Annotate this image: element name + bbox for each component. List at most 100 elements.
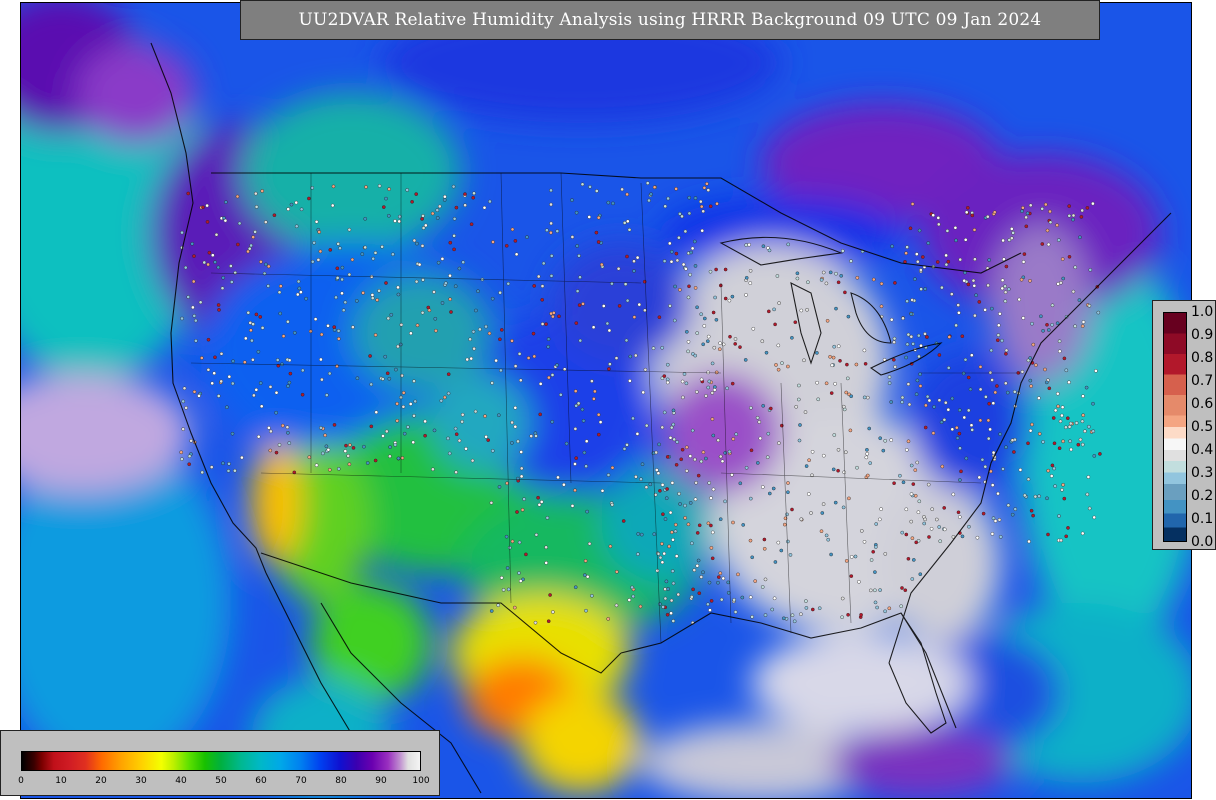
humidity-map[interactable] <box>20 2 1192 799</box>
station-marker <box>873 588 877 593</box>
station-marker <box>623 282 628 286</box>
station-marker <box>910 577 915 581</box>
station-marker <box>201 205 205 210</box>
station-marker <box>205 220 210 224</box>
station-marker <box>1030 422 1034 427</box>
station-marker <box>695 531 700 535</box>
station-marker <box>562 482 566 487</box>
station-marker <box>696 558 701 563</box>
station-marker <box>677 491 681 496</box>
station-marker <box>648 482 653 487</box>
station-marker <box>625 254 629 259</box>
station-marker <box>319 426 323 430</box>
station-marker <box>693 457 697 462</box>
station-marker <box>1043 367 1047 372</box>
station-marker <box>690 246 695 251</box>
station-marker <box>517 352 522 356</box>
station-marker <box>242 360 247 365</box>
station-marker <box>890 244 894 249</box>
station-marker <box>715 201 719 206</box>
station-tick: 0.8 <box>1191 350 1214 366</box>
station-marker <box>547 375 551 380</box>
station-marker <box>909 312 914 316</box>
station-marker <box>611 201 615 206</box>
station-marker <box>546 337 551 341</box>
station-marker <box>804 599 808 603</box>
station-marker <box>1081 320 1086 324</box>
station-marker <box>840 615 844 620</box>
station-marker <box>464 446 468 451</box>
station-marker <box>1059 538 1063 543</box>
station-marker <box>1052 441 1057 446</box>
station-marker <box>598 420 603 424</box>
station-marker <box>420 244 425 248</box>
station-marker <box>592 397 596 401</box>
station-marker <box>539 500 544 504</box>
station-marker <box>286 207 291 211</box>
station-marker <box>962 415 967 420</box>
station-marker <box>841 249 845 253</box>
station-marker <box>893 281 897 285</box>
station-marker <box>844 559 849 563</box>
station-marker <box>574 403 579 408</box>
station-marker <box>992 210 997 214</box>
station-marker <box>757 420 762 424</box>
station-marker <box>1087 303 1092 308</box>
station-marker <box>958 408 962 412</box>
station-marker <box>675 258 680 263</box>
station-marker <box>790 507 794 512</box>
station-marker <box>922 521 927 526</box>
station-marker <box>761 485 765 489</box>
station-marker <box>1083 429 1087 434</box>
station-marker <box>820 511 825 515</box>
station-marker <box>1018 468 1023 472</box>
station-marker <box>281 334 286 338</box>
station-marker <box>936 216 941 220</box>
station-marker <box>677 235 681 240</box>
station-marker <box>1091 401 1095 406</box>
station-marker <box>944 253 948 258</box>
station-marker <box>327 467 332 472</box>
station-marker <box>906 382 911 386</box>
station-marker <box>446 436 450 441</box>
station-marker <box>184 406 188 410</box>
station-marker <box>1029 384 1033 388</box>
station-marker <box>546 619 551 624</box>
station-marker <box>583 573 587 577</box>
station-marker <box>213 355 217 360</box>
station-marker <box>636 552 640 556</box>
station-marker <box>668 241 672 246</box>
station-marker <box>587 541 592 546</box>
station-marker <box>776 343 781 348</box>
station-marker <box>347 227 352 232</box>
station-marker <box>1028 356 1033 360</box>
station-marker <box>286 384 290 388</box>
station-marker <box>923 332 927 336</box>
station-marker <box>900 530 905 535</box>
station-marker <box>660 483 665 487</box>
station-marker <box>550 419 555 424</box>
station-marker <box>824 381 829 386</box>
station-marker <box>591 325 596 330</box>
station-marker <box>506 281 511 286</box>
station-marker <box>704 456 708 461</box>
station-marker <box>910 298 914 302</box>
station-marker <box>229 280 234 284</box>
station-marker <box>671 422 676 427</box>
station-marker <box>1013 507 1018 511</box>
station-marker <box>864 455 869 460</box>
station-marker <box>538 412 543 417</box>
station-marker <box>210 381 214 386</box>
station-marker <box>472 346 476 351</box>
station-marker <box>537 502 542 507</box>
station-marker <box>292 330 297 335</box>
station-marker <box>926 241 931 245</box>
station-marker <box>699 459 704 464</box>
station-marker <box>699 199 703 204</box>
station-marker <box>975 535 980 540</box>
station-marker <box>830 363 834 368</box>
station-marker <box>797 438 802 443</box>
station-marker <box>600 262 604 267</box>
station-marker <box>384 429 389 434</box>
station-marker <box>274 390 279 395</box>
